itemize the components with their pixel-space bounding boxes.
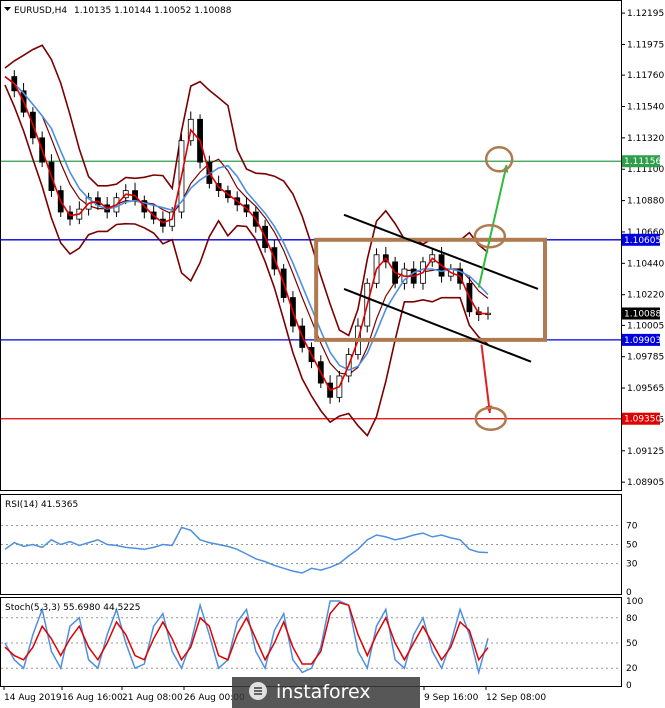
y-tick-label: 1.11975 bbox=[627, 40, 664, 50]
level-price-label: 1.09350 bbox=[624, 415, 661, 425]
y-tick-label: 1.09565 bbox=[627, 384, 664, 394]
stoch-tick-label: 20 bbox=[626, 664, 638, 674]
stoch-tick-label: 0 bbox=[626, 681, 632, 691]
stoch-tick-label: 100 bbox=[626, 597, 643, 607]
x-tick-label: 12 Sep 08:00 bbox=[486, 693, 546, 703]
y-tick-label: 1.10880 bbox=[627, 197, 664, 207]
x-tick-label: 9 Sep 16:00 bbox=[424, 693, 479, 703]
y-tick-label: 1.10220 bbox=[627, 291, 664, 301]
stoch-label: Stoch(5,3,3) 55.6980 44.5225 bbox=[5, 603, 140, 613]
rsi-label: RSI(14) 41.5365 bbox=[5, 500, 78, 510]
level-price-label: 1.10605 bbox=[624, 236, 661, 246]
price-chart: 1.12195 1.11975 1.11760 1.11540 1.11320 1.111… bbox=[0, 0, 664, 708]
y-tick-label: 1.10005 bbox=[627, 321, 664, 331]
y-tick-label: 1.09125 bbox=[627, 447, 664, 457]
watermark-logo-icon bbox=[249, 682, 267, 700]
y-tick-label: 1.11540 bbox=[627, 102, 664, 112]
y-tick-label: 1.09785 bbox=[627, 353, 664, 363]
watermark-text: instaforex bbox=[276, 681, 371, 703]
stoch-tick-label: 50 bbox=[626, 639, 638, 649]
x-tick-label: 16 Aug 16:00 bbox=[62, 693, 123, 703]
rsi-tick-label: 50 bbox=[626, 541, 638, 551]
y-tick-label: 1.08905 bbox=[627, 478, 664, 488]
rsi-tick-label: 30 bbox=[626, 560, 638, 570]
y-tick-label: 1.11760 bbox=[627, 71, 664, 81]
ohlc-values: 1.10135 1.10144 1.10052 1.10088 bbox=[74, 6, 232, 16]
rsi-tick-label: 70 bbox=[626, 522, 638, 532]
y-tick-label: 1.10440 bbox=[627, 259, 664, 269]
y-tick-label: 1.12195 bbox=[627, 9, 664, 19]
level-price-label: 1.11156 bbox=[624, 157, 661, 167]
x-tick-label: 21 Aug 08:00 bbox=[122, 693, 183, 703]
x-tick-label: 14 Aug 2019 bbox=[4, 693, 62, 703]
symbol-label: EURUSD,H4 bbox=[14, 6, 67, 16]
level-price-label: 1.09903 bbox=[624, 336, 661, 346]
current-price-label: 1.10088 bbox=[624, 310, 661, 320]
y-tick-label: 1.11320 bbox=[627, 134, 664, 144]
stoch-tick-label: 80 bbox=[626, 614, 638, 624]
